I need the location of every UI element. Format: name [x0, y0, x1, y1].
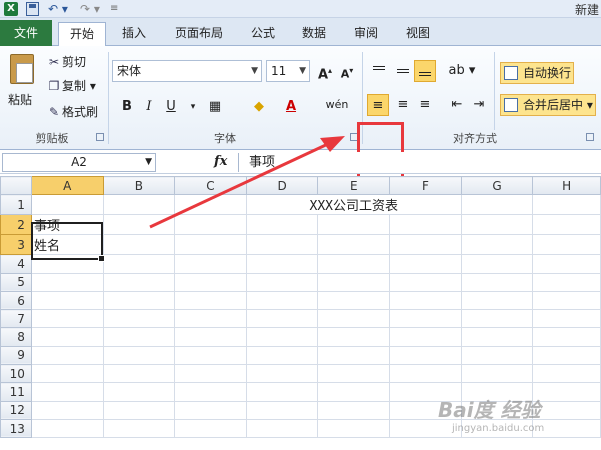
annotation-arrow [149, 136, 345, 229]
watermark-brand: Bai度 经验 [438, 398, 541, 422]
baidu-watermark: Bai度 经验 jingyan.baidu.com [438, 394, 598, 444]
watermark-url: jingyan.baidu.com [452, 423, 545, 434]
